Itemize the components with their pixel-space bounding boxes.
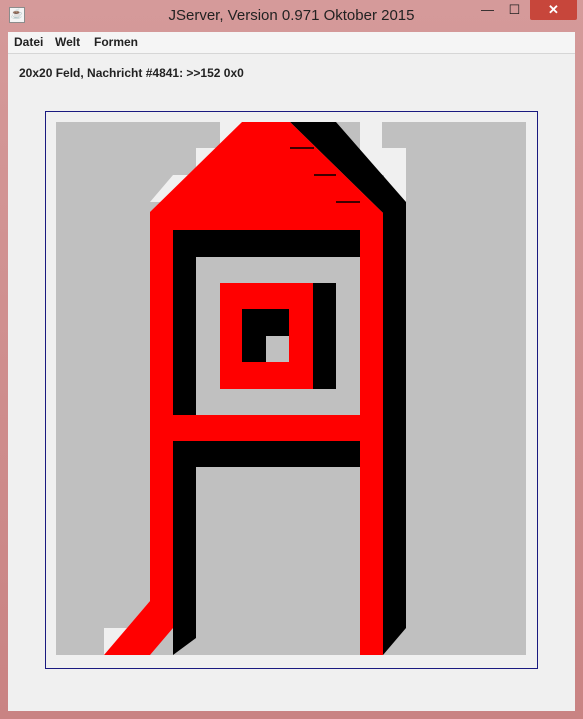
menu-formen[interactable]: Formen: [94, 35, 138, 49]
spiral-shadow: [313, 283, 336, 389]
top-inner-bar: [173, 230, 360, 257]
app-window: ☕ JServer, Version 0.971 Oktober 2015 — …: [0, 0, 583, 719]
client-area: Datei Welt Formen 20x20 Feld, Nachricht …: [8, 32, 575, 711]
crossbar-red: [173, 415, 360, 441]
left-pillar-shadow: [173, 441, 196, 628]
menu-datei[interactable]: Datei: [14, 35, 43, 49]
spiral-core-gray: [266, 336, 289, 362]
right-pillar-red: [360, 230, 383, 655]
right-pillar-shadow: [383, 202, 406, 628]
left-pillar-red: [150, 230, 173, 628]
left-pillar-shadow: [173, 230, 196, 415]
world-grid: [56, 122, 526, 655]
menu-bar: Datei Welt Formen: [8, 32, 575, 54]
close-button[interactable]: ✕: [530, 0, 577, 20]
grid-cell: [196, 628, 510, 655]
empty-cell: [360, 122, 382, 148]
java-cup-icon[interactable]: ☕: [9, 7, 25, 23]
minimize-button[interactable]: —: [474, 0, 501, 20]
crossbar-shadow: [196, 441, 360, 467]
status-message: 20x20 Feld, Nachricht #4841: >>152 0x0: [19, 66, 244, 80]
maximize-button[interactable]: ☐: [501, 0, 528, 20]
menu-welt[interactable]: Welt: [55, 35, 80, 49]
world-canvas[interactable]: [45, 111, 538, 669]
title-bar[interactable]: ☕ JServer, Version 0.971 Oktober 2015 — …: [0, 0, 583, 32]
